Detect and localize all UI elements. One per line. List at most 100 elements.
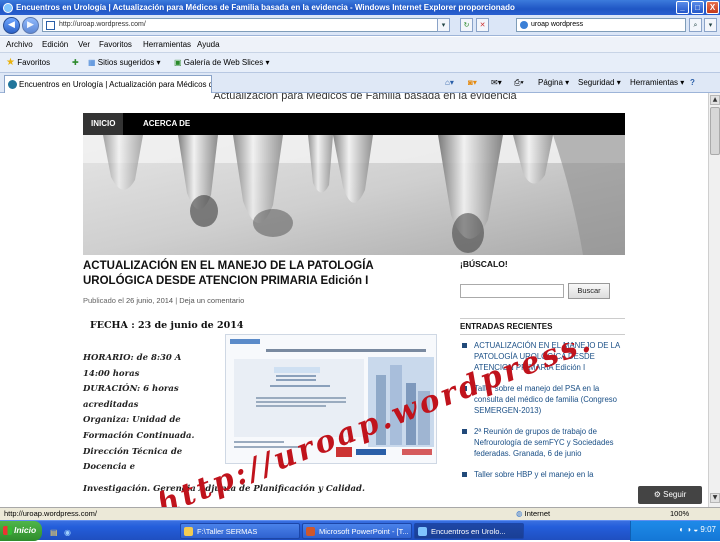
window-titlebar: Encuentros en Urología | Actualización p… [0, 0, 720, 15]
recent-entry-label: 2ª Reunión de grupos de trabajo de Nefro… [474, 427, 614, 458]
scroll-thumb[interactable] [710, 107, 720, 155]
start-label: Inicio [14, 525, 37, 535]
recent-entry-label: Taller sobre el manejo del PSA en la con… [474, 384, 618, 415]
status-url: http://uroap.wordpress.com/ [4, 509, 97, 518]
bullet-icon [462, 429, 467, 434]
follow-button[interactable]: ⚙ Seguir [638, 486, 702, 504]
post-meta: Publicado el 26 junio, 2014 | Deja un co… [83, 296, 448, 305]
favorites-bar: ★ Favoritos ✚ ▦ Sitios sugeridos ▾ ▣ Gal… [0, 53, 720, 73]
close-button[interactable]: X [706, 1, 719, 14]
help-icon[interactable]: ? [690, 73, 695, 93]
recent-entry-label: Taller sobre HBP y el manejo en la [474, 470, 594, 479]
favorites-label: Favoritos [17, 58, 51, 67]
tray-icons[interactable]: ◐ ◑ ◒ [679, 525, 700, 534]
print-icon[interactable]: ⎙▾ [514, 73, 524, 93]
post-title[interactable]: ACTUALIZACIÓN EN EL MANEJO DE LA PATOLOG… [83, 259, 448, 289]
forward-button[interactable]: ▶ [22, 17, 39, 34]
feeds-icon[interactable]: ◙▾ [468, 73, 477, 93]
site-tagline: Actualización para Médicos de Familia ba… [213, 93, 517, 102]
taskbar-item-label: Microsoft PowerPoint - [T... [319, 527, 409, 536]
search-widget-heading: ¡BÚSCALO! [460, 259, 508, 269]
address-toolbar: ◀ ▶ http://uroap.wordpress.com/ ▾ ↻ ✕ ur… [0, 15, 720, 36]
security-zone-label: Internet [524, 509, 551, 518]
add-favorite-icon[interactable]: ✚ [72, 53, 79, 73]
suggested-sites-label: Sitios sugeridos ▾ [97, 58, 161, 67]
taskbar: Inicio ▤ ◉ F:\Taller SERMAS Microsoft Po… [0, 520, 720, 542]
recent-entry-link[interactable]: Taller sobre HBP y el manejo en la [460, 469, 625, 480]
back-button[interactable]: ◀ [3, 17, 20, 34]
recent-entry-link[interactable]: ACTUALIZACIÓN EN EL MANEJO DE LA PATOLOG… [460, 340, 625, 373]
refresh-icon[interactable]: ↻ [460, 18, 473, 32]
site-search-button[interactable]: Buscar [568, 283, 610, 299]
menu-file[interactable]: Archivo [6, 37, 33, 53]
ie-icon [3, 3, 13, 13]
search-value: uroap wordpress [531, 21, 584, 28]
favorites-button[interactable]: ★ Favoritos [6, 53, 50, 73]
header-image [83, 135, 625, 255]
suggested-sites-link[interactable]: ▦ Sitios sugeridos ▾ [88, 53, 161, 73]
address-dropdown-icon[interactable]: ▾ [437, 18, 450, 32]
tab-label: Encuentros en Urología | Actualización p… [19, 80, 212, 89]
menu-favorites[interactable]: Favoritos [99, 37, 132, 53]
leave-comment-link[interactable]: Deja un comentario [179, 296, 244, 305]
bullet-icon [462, 386, 467, 391]
search-options-icon[interactable]: ▾ [704, 18, 717, 32]
web-slices-link[interactable]: ▣ Galería de Web Slices ▾ [174, 53, 269, 73]
wordpress-icon [8, 80, 17, 89]
start-button[interactable]: Inicio [0, 521, 42, 541]
follow-label: Seguir [663, 490, 687, 499]
search-icon[interactable]: ⌕ [689, 18, 702, 32]
recent-entry-link[interactable]: Taller sobre el manejo del PSA en la con… [460, 383, 625, 416]
ie-icon [418, 527, 427, 536]
address-url: http://uroap.wordpress.com/ [59, 21, 146, 28]
recent-entry-link[interactable]: 2ª Reunión de grupos de trabajo de Nefro… [460, 426, 625, 459]
menu-edit[interactable]: Edición [42, 37, 68, 53]
recent-entry-label: ACTUALIZACIÓN EN EL MANEJO DE LA PATOLOG… [474, 341, 620, 372]
minimize-button[interactable]: _ [676, 1, 689, 14]
post-meta-separator: | [175, 296, 178, 305]
nav-home[interactable]: INICIO [83, 113, 124, 135]
post-date-link[interactable]: 26 junio, 2014 [126, 296, 173, 305]
search-provider-icon [520, 21, 528, 29]
page-viewport: Actualización para Médicos de Familia ba… [0, 93, 708, 507]
powerpoint-icon [306, 527, 315, 536]
event-flyer-image[interactable] [225, 334, 437, 464]
taskbar-item-powerpoint[interactable]: Microsoft PowerPoint - [T... [302, 523, 412, 539]
tab-bar: Encuentros en Urología | Actualización p… [0, 73, 720, 93]
safety-menu[interactable]: Seguridad ▾ [578, 73, 621, 93]
address-input[interactable]: http://uroap.wordpress.com/ [42, 18, 446, 32]
taskbar-item-ie[interactable]: Encuentros en Urolo... [414, 523, 524, 539]
quicklaunch-icon[interactable]: ◉ [64, 524, 71, 542]
menu-tools[interactable]: Herramientas [143, 37, 191, 53]
site-search-input[interactable] [460, 284, 564, 298]
favorites-star-icon: ★ [6, 57, 15, 68]
menu-help[interactable]: Ayuda [197, 37, 220, 53]
menu-view[interactable]: Ver [78, 37, 90, 53]
nav-about[interactable]: ACERCA DE [135, 113, 198, 135]
scroll-down-icon[interactable]: ▼ [710, 493, 720, 503]
tools-menu[interactable]: Herramientas ▾ [630, 73, 684, 93]
taskbar-item-folder[interactable]: F:\Taller SERMAS [180, 523, 300, 539]
stop-icon[interactable]: ✕ [476, 18, 489, 32]
post-body-line: Investigación. Gerencia Adjunta de Plani… [83, 484, 365, 494]
search-input[interactable]: uroap wordpress [516, 18, 686, 32]
page-icon [46, 21, 55, 30]
post-title-line1: ACTUALIZACIÓN EN EL MANEJO DE LA PATOLOG… [83, 260, 374, 272]
scroll-up-icon[interactable]: ▲ [710, 95, 720, 105]
mail-icon[interactable]: ✉▾ [491, 73, 502, 93]
status-bar: http://uroap.wordpress.com/ ◍ Internet 1… [0, 507, 720, 520]
zoom-level[interactable]: 100% [670, 508, 689, 520]
security-zone: ◍ Internet [516, 508, 550, 520]
flyer-graphic [226, 335, 436, 463]
page-menu[interactable]: Página ▾ [538, 73, 569, 93]
event-date: FECHA : 23 de junio de 2014 [90, 320, 244, 331]
home-icon[interactable]: ⌂▾ [445, 73, 454, 93]
recent-entries-heading: ENTRADAS RECIENTES [460, 318, 625, 335]
maximize-button[interactable]: □ [691, 1, 704, 14]
vertical-scrollbar[interactable]: ▲ ▼ [708, 93, 720, 507]
browser-tab[interactable]: Encuentros en Urología | Actualización p… [4, 75, 212, 93]
quicklaunch-icon[interactable]: ▤ [50, 524, 58, 542]
windows-flag-icon [3, 526, 12, 535]
bullet-icon [462, 343, 467, 348]
menu-bar: Archivo Edición Ver Favoritos Herramient… [0, 37, 720, 53]
